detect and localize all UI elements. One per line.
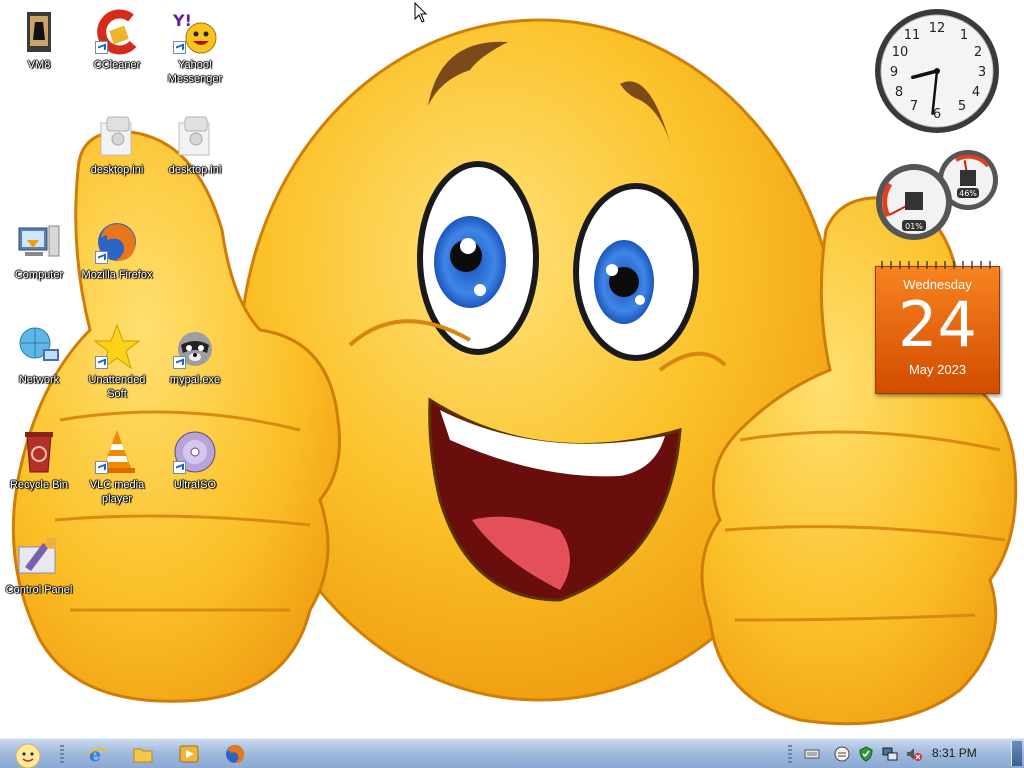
clock-numeral: 5 — [958, 99, 966, 114]
shortcut-arrow-icon — [95, 461, 108, 474]
calendar-rings — [881, 261, 991, 269]
network-tray-icon[interactable] — [882, 746, 898, 762]
clock-numeral: 7 — [910, 99, 918, 114]
desktop-icon-label: Computer — [14, 269, 64, 281]
ini-file-icon — [93, 113, 141, 161]
desktop-icon-label: mypal.exe — [169, 374, 221, 386]
desktop-icon-desktop-ini-1[interactable]: desktop.ini — [78, 113, 156, 177]
ini-file-icon — [171, 113, 219, 161]
tray-grip[interactable] — [788, 745, 792, 763]
desktop-icon-label: desktop.ini — [90, 164, 144, 176]
desktop-icon-label: Network — [18, 374, 60, 386]
yahoo-messenger-icon: Y! — [171, 8, 219, 56]
clock-numeral: 2 — [974, 45, 982, 60]
shortcut-arrow-icon — [173, 356, 186, 369]
desktop-icon-desktop-ini-2[interactable]: desktop.ini — [156, 113, 234, 177]
clock-numeral: 1 — [960, 28, 968, 43]
recycle-bin-icon — [15, 428, 63, 476]
folder-icon[interactable] — [132, 743, 154, 765]
desktop-icon-label: Control Panel — [5, 584, 73, 596]
desktop-icon-label: VLC media player — [89, 479, 145, 505]
desktop-icon-unattended-soft[interactable]: Unattended Soft — [78, 323, 156, 401]
desktop-icon-label: desktop.ini — [168, 164, 222, 176]
messenger-icon[interactable] — [834, 746, 850, 762]
network-icon — [15, 323, 63, 371]
desktop-icon-mypal[interactable]: mypal.exe — [156, 323, 234, 387]
desktop-icon-label: CCleaner — [93, 59, 141, 71]
desktop-icon-recycle-bin[interactable]: Recycle Bin — [0, 428, 78, 492]
control-panel-icon — [15, 533, 63, 581]
clock-numeral: 12 — [929, 21, 946, 36]
shortcut-arrow-icon — [95, 41, 108, 54]
clock-numeral: 10 — [892, 45, 909, 60]
shortcut-arrow-icon — [173, 41, 186, 54]
taskbar: e 8:31 PM — [0, 738, 1024, 768]
desktop-icon-label: UltraISO — [173, 479, 217, 491]
vlc-cone-icon — [93, 428, 141, 476]
computer-icon — [15, 218, 63, 266]
ccleaner-icon — [93, 8, 141, 56]
svg-text:Y!: Y! — [172, 11, 192, 30]
desktop-icon-yahoo-messenger[interactable]: Y! Yahoo! Messenger — [156, 8, 234, 86]
internet-explorer-icon[interactable]: e — [86, 743, 108, 765]
cpu-meter-gadget[interactable]: 46% 01% — [872, 148, 1002, 240]
desktop-icon-vm8[interactable]: VM8 — [0, 8, 78, 72]
desktop-icon-label: Unattended Soft — [88, 374, 146, 400]
clock-numeral: 8 — [895, 85, 903, 100]
shortcut-arrow-icon — [95, 356, 108, 369]
calendar-month-year: May 2023 — [908, 362, 967, 377]
shield-icon[interactable] — [858, 746, 874, 762]
tray-clock[interactable]: 8:31 PM — [932, 746, 977, 760]
desktop-icon-control-panel[interactable]: Control Panel — [0, 533, 78, 597]
desktop-icon-network[interactable]: Network — [0, 323, 78, 387]
disc-icon — [171, 428, 219, 476]
desktop-icon-label: Yahoo! Messenger — [167, 59, 223, 85]
svg-text:e: e — [89, 744, 101, 765]
desktop-icon-ccleaner[interactable]: CCleaner — [78, 8, 156, 72]
desktop-icon-label: Recycle Bin — [9, 479, 69, 491]
firefox-icon[interactable] — [224, 743, 246, 765]
mouse-cursor-icon — [414, 2, 428, 23]
desktop-icon-firefox[interactable]: Mozilla Firefox — [78, 218, 156, 282]
desktop[interactable]: VM8 CCleaner Y! Yahoo! Messenger desktop… — [0, 0, 1024, 738]
clock-gadget[interactable]: 12 1 2 3 4 5 6 7 8 9 10 11 — [872, 6, 1002, 136]
desktop-icon-label: Mozilla Firefox — [81, 269, 153, 281]
star-icon — [93, 323, 141, 371]
volume-muted-icon[interactable] — [906, 746, 922, 762]
firefox-icon — [93, 218, 141, 266]
clock-numeral: 3 — [978, 65, 986, 80]
show-desktop-button[interactable] — [1011, 741, 1022, 766]
shortcut-arrow-icon — [95, 251, 108, 264]
calendar-day: 24 — [898, 288, 977, 361]
desktop-icon-vlc[interactable]: VLC media player — [78, 428, 156, 506]
memory-usage-label: 46% — [959, 189, 977, 198]
media-player-icon[interactable] — [178, 743, 200, 765]
taskbar-grip[interactable] — [60, 745, 64, 763]
keyboard-icon[interactable] — [804, 746, 820, 762]
cpu-usage-label: 01% — [905, 222, 923, 231]
shortcut-arrow-icon — [173, 461, 186, 474]
start-button[interactable] — [6, 740, 46, 768]
clock-numeral: 4 — [972, 85, 980, 100]
raccoon-icon — [171, 323, 219, 371]
desktop-icon-label: VM8 — [27, 59, 51, 71]
clock-numeral: 9 — [890, 65, 898, 80]
desktop-icon-ultraiso[interactable]: UltraISO — [156, 428, 234, 492]
desktop-icon-computer[interactable]: Computer — [0, 218, 78, 282]
calendar-gadget[interactable]: Wednesday 24 May 2023 — [875, 261, 1000, 394]
vm8-folder-icon — [15, 8, 63, 56]
clock-numeral: 11 — [904, 28, 921, 43]
